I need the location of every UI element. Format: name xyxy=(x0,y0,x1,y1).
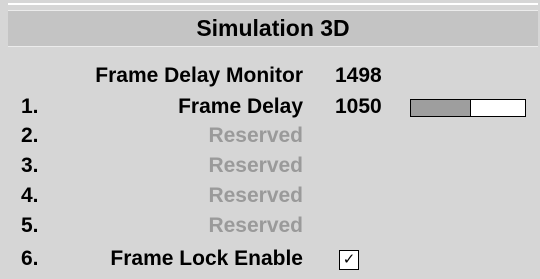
reserved-label: Reserved xyxy=(208,184,303,207)
menu-item-frame-lock-enable[interactable]: 6. Frame Lock Enable ✓ xyxy=(0,245,540,273)
frame-delay-slider[interactable] xyxy=(410,99,526,117)
menu-item-frame-delay[interactable]: 1. Frame Delay 1050 xyxy=(0,93,540,121)
menu-item-number: 5. xyxy=(21,214,39,237)
frame-delay-monitor-value: 1498 xyxy=(335,64,382,87)
menu-item-reserved-5: 5. Reserved xyxy=(0,212,540,240)
menu-item-number: 2. xyxy=(21,124,39,147)
top-divider xyxy=(8,3,538,5)
menu-item-reserved-4: 4. Reserved xyxy=(0,182,540,210)
frame-delay-value: 1050 xyxy=(335,95,382,118)
menu-item-number: 4. xyxy=(21,184,39,207)
reserved-label: Reserved xyxy=(208,154,303,177)
reserved-label: Reserved xyxy=(208,124,303,147)
frame-lock-enable-label: Frame Lock Enable xyxy=(110,247,303,270)
simulation-3d-menu: Simulation 3D Frame Delay Monitor 1498 1… xyxy=(0,0,540,279)
menu-item-number: 6. xyxy=(21,247,39,270)
frame-delay-slider-fill xyxy=(411,100,472,116)
frame-delay-monitor-row: Frame Delay Monitor 1498 xyxy=(0,62,540,90)
menu-item-reserved-3: 3. Reserved xyxy=(0,152,540,180)
checkmark-icon: ✓ xyxy=(342,251,356,268)
menu-item-reserved-2: 2. Reserved xyxy=(0,122,540,150)
menu-item-number: 3. xyxy=(21,154,39,177)
reserved-label: Reserved xyxy=(208,214,303,237)
frame-lock-enable-checkbox[interactable]: ✓ xyxy=(339,250,359,270)
menu-title: Simulation 3D xyxy=(8,10,538,47)
frame-delay-label: Frame Delay xyxy=(178,95,303,118)
frame-delay-monitor-label: Frame Delay Monitor xyxy=(95,64,303,87)
menu-item-number: 1. xyxy=(21,95,39,118)
